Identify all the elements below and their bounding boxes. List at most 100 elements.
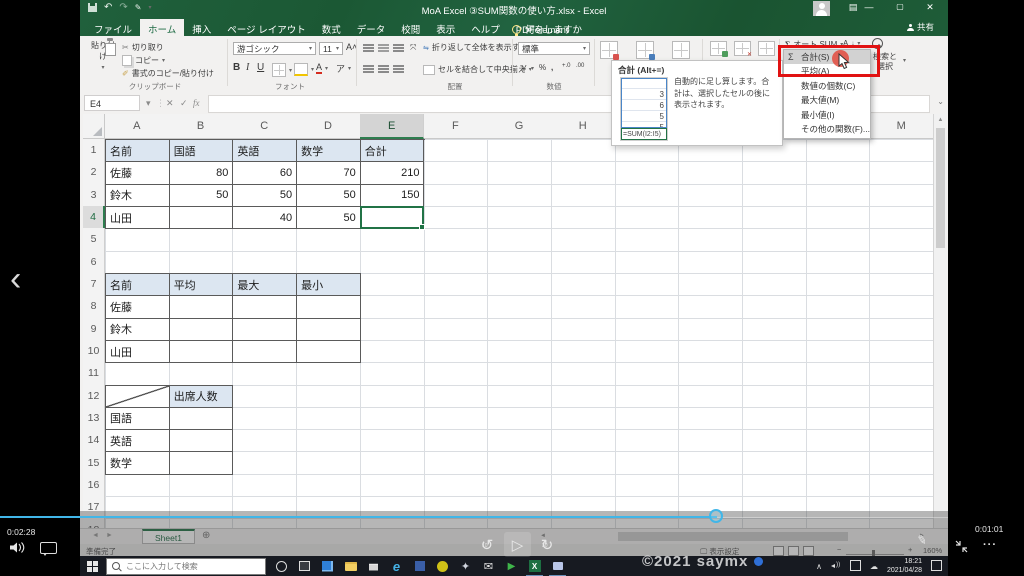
taskbar-app-excel[interactable]	[523, 557, 546, 576]
align-right-icon[interactable]	[393, 64, 404, 73]
delete-cells-icon[interactable]	[734, 41, 752, 58]
paste-button[interactable]: 貼り付け ▾	[88, 40, 118, 82]
tray-onedrive-icon[interactable]: ☁	[870, 562, 878, 571]
font-color-button[interactable]: A ▾	[316, 62, 328, 74]
cell-A10[interactable]: 山田	[106, 340, 170, 364]
tray-expand-icon[interactable]: ∧	[816, 562, 822, 571]
cell-C7[interactable]: 最大	[233, 273, 298, 297]
cell-E3[interactable]: 150	[360, 184, 425, 207]
cell-D4[interactable]: 50	[297, 206, 361, 230]
formula-bar-expand-icon[interactable]: ⌄	[937, 97, 944, 106]
format-painter-button[interactable]: ✐ 書式のコピー/貼り付け	[122, 68, 214, 79]
close-button[interactable]: ✕	[922, 2, 938, 13]
col-header-B[interactable]: B	[168, 114, 234, 139]
cell-C9[interactable]	[233, 318, 298, 341]
cell-D9[interactable]	[297, 318, 361, 341]
cell-D2[interactable]: 70	[297, 162, 361, 185]
col-header-E[interactable]: E	[359, 114, 425, 139]
row-header-4[interactable]: 4	[83, 205, 105, 230]
cell-B10[interactable]	[169, 340, 234, 364]
row-header-16[interactable]: 16	[83, 473, 105, 498]
col-header-F[interactable]: F	[423, 114, 489, 139]
cell-A12[interactable]	[106, 385, 170, 408]
comma-button[interactable]: ,	[551, 63, 553, 72]
name-box[interactable]: E4	[84, 95, 140, 111]
insert-cells-icon[interactable]	[710, 41, 728, 57]
cell-B1[interactable]: 国語	[169, 140, 234, 163]
align-bottom-icon[interactable]	[393, 43, 404, 52]
cell-C2[interactable]: 60	[233, 162, 298, 185]
cell-B9[interactable]	[169, 318, 234, 341]
row-header-1[interactable]: 1	[83, 139, 105, 163]
row-header-3[interactable]: 3	[83, 183, 105, 207]
cell-B2[interactable]: 80	[169, 162, 234, 185]
cell-B3[interactable]: 50	[169, 184, 234, 207]
select-all-corner[interactable]	[83, 114, 105, 139]
currency-button[interactable]: ￥ ▾	[520, 63, 534, 74]
cell-C3[interactable]: 50	[233, 184, 298, 207]
vertical-scrollbar[interactable]: ▲	[933, 114, 946, 528]
avatar[interactable]	[813, 1, 830, 16]
cell-B7[interactable]: 平均	[169, 273, 234, 297]
align-center-icon[interactable]	[378, 64, 389, 73]
taskbar-app-green[interactable]	[500, 557, 523, 575]
row-header-14[interactable]: 14	[83, 429, 105, 453]
volume-icon[interactable]	[8, 541, 28, 554]
taskbar-app-blueapp[interactable]	[408, 557, 431, 575]
col-header-A[interactable]: A	[105, 114, 170, 139]
row-header-12[interactable]: 12	[83, 384, 105, 408]
minimize-button[interactable]: —	[861, 2, 877, 12]
row-header-2[interactable]: 2	[83, 161, 105, 185]
row-header-8[interactable]: 8	[83, 295, 105, 319]
font-name-combo[interactable]: 游ゴシック ▾	[233, 42, 316, 55]
cut-button[interactable]: ✂ 切り取り	[122, 42, 164, 53]
format-as-table-icon[interactable]	[636, 41, 655, 60]
fill-color-button[interactable]: ▾	[294, 63, 314, 76]
cell-B4[interactable]	[169, 206, 234, 230]
phonetic-button[interactable]: ア ▾	[336, 62, 351, 75]
play-button[interactable]: ▷	[504, 532, 531, 557]
cell-D3[interactable]: 50	[297, 184, 361, 207]
cell-B8[interactable]	[169, 296, 234, 319]
format-cells-icon[interactable]	[758, 41, 775, 56]
screen-recording-video[interactable]: ↶ ↷ ✎ ▾ MoA Excel ③SUM関数の使い方.xlsx - Exce…	[80, 0, 948, 576]
name-box-dropdown-icon[interactable]: ▾	[146, 95, 151, 111]
cell-B14[interactable]	[169, 430, 234, 453]
selected-cell-E4[interactable]	[359, 205, 426, 231]
shrink-icon[interactable]	[955, 540, 968, 553]
row-header-6[interactable]: 6	[83, 250, 105, 274]
insert-function-icon[interactable]: fx	[193, 95, 200, 111]
cell-A4[interactable]: 山田	[106, 206, 170, 230]
cell-C8[interactable]	[233, 296, 298, 319]
cell-D8[interactable]	[297, 296, 361, 319]
progress-handle[interactable]	[709, 509, 723, 523]
taskbar-clock[interactable]: 18:21 2021/04/28	[887, 557, 922, 576]
worksheet-grid[interactable]: ABCDEFGHIJKLM123456789101112131415161718…	[83, 114, 933, 528]
start-button-icon[interactable]	[87, 560, 98, 572]
row-header-15[interactable]: 15	[83, 451, 105, 475]
enter-icon[interactable]: ✓	[180, 95, 188, 111]
cell-styles-icon[interactable]	[672, 41, 690, 59]
cell-B15[interactable]	[169, 452, 234, 475]
row-header-7[interactable]: 7	[83, 272, 105, 297]
borders-button[interactable]: ▾	[272, 63, 292, 77]
cell-C10[interactable]	[233, 340, 298, 364]
progress-bar-played[interactable]	[0, 516, 717, 518]
number-format-combo[interactable]: 標準 ▾	[518, 42, 590, 55]
subtitles-icon[interactable]	[40, 542, 57, 556]
row-header-5[interactable]: 5	[83, 228, 105, 252]
row-header-10[interactable]: 10	[83, 339, 105, 364]
row-header-9[interactable]: 9	[83, 317, 105, 341]
align-left-icon[interactable]	[363, 64, 374, 73]
col-header-M[interactable]: M	[869, 114, 933, 139]
taskbar-app-taskview[interactable]	[293, 557, 316, 575]
taskbar-app-cortana[interactable]	[270, 557, 293, 575]
ribbon-display-options-icon[interactable]: ▤	[845, 2, 861, 13]
progress-bar-remaining[interactable]	[717, 516, 948, 518]
row-header-11[interactable]: 11	[83, 362, 105, 386]
cell-C1[interactable]: 英語	[233, 140, 298, 163]
menu-item-最大値(M)[interactable]: 最大値(M)	[784, 93, 870, 107]
col-header-D[interactable]: D	[296, 114, 361, 139]
restore-button[interactable]: ▢	[892, 2, 908, 11]
copy-button[interactable]: コピー ▾	[122, 55, 165, 66]
